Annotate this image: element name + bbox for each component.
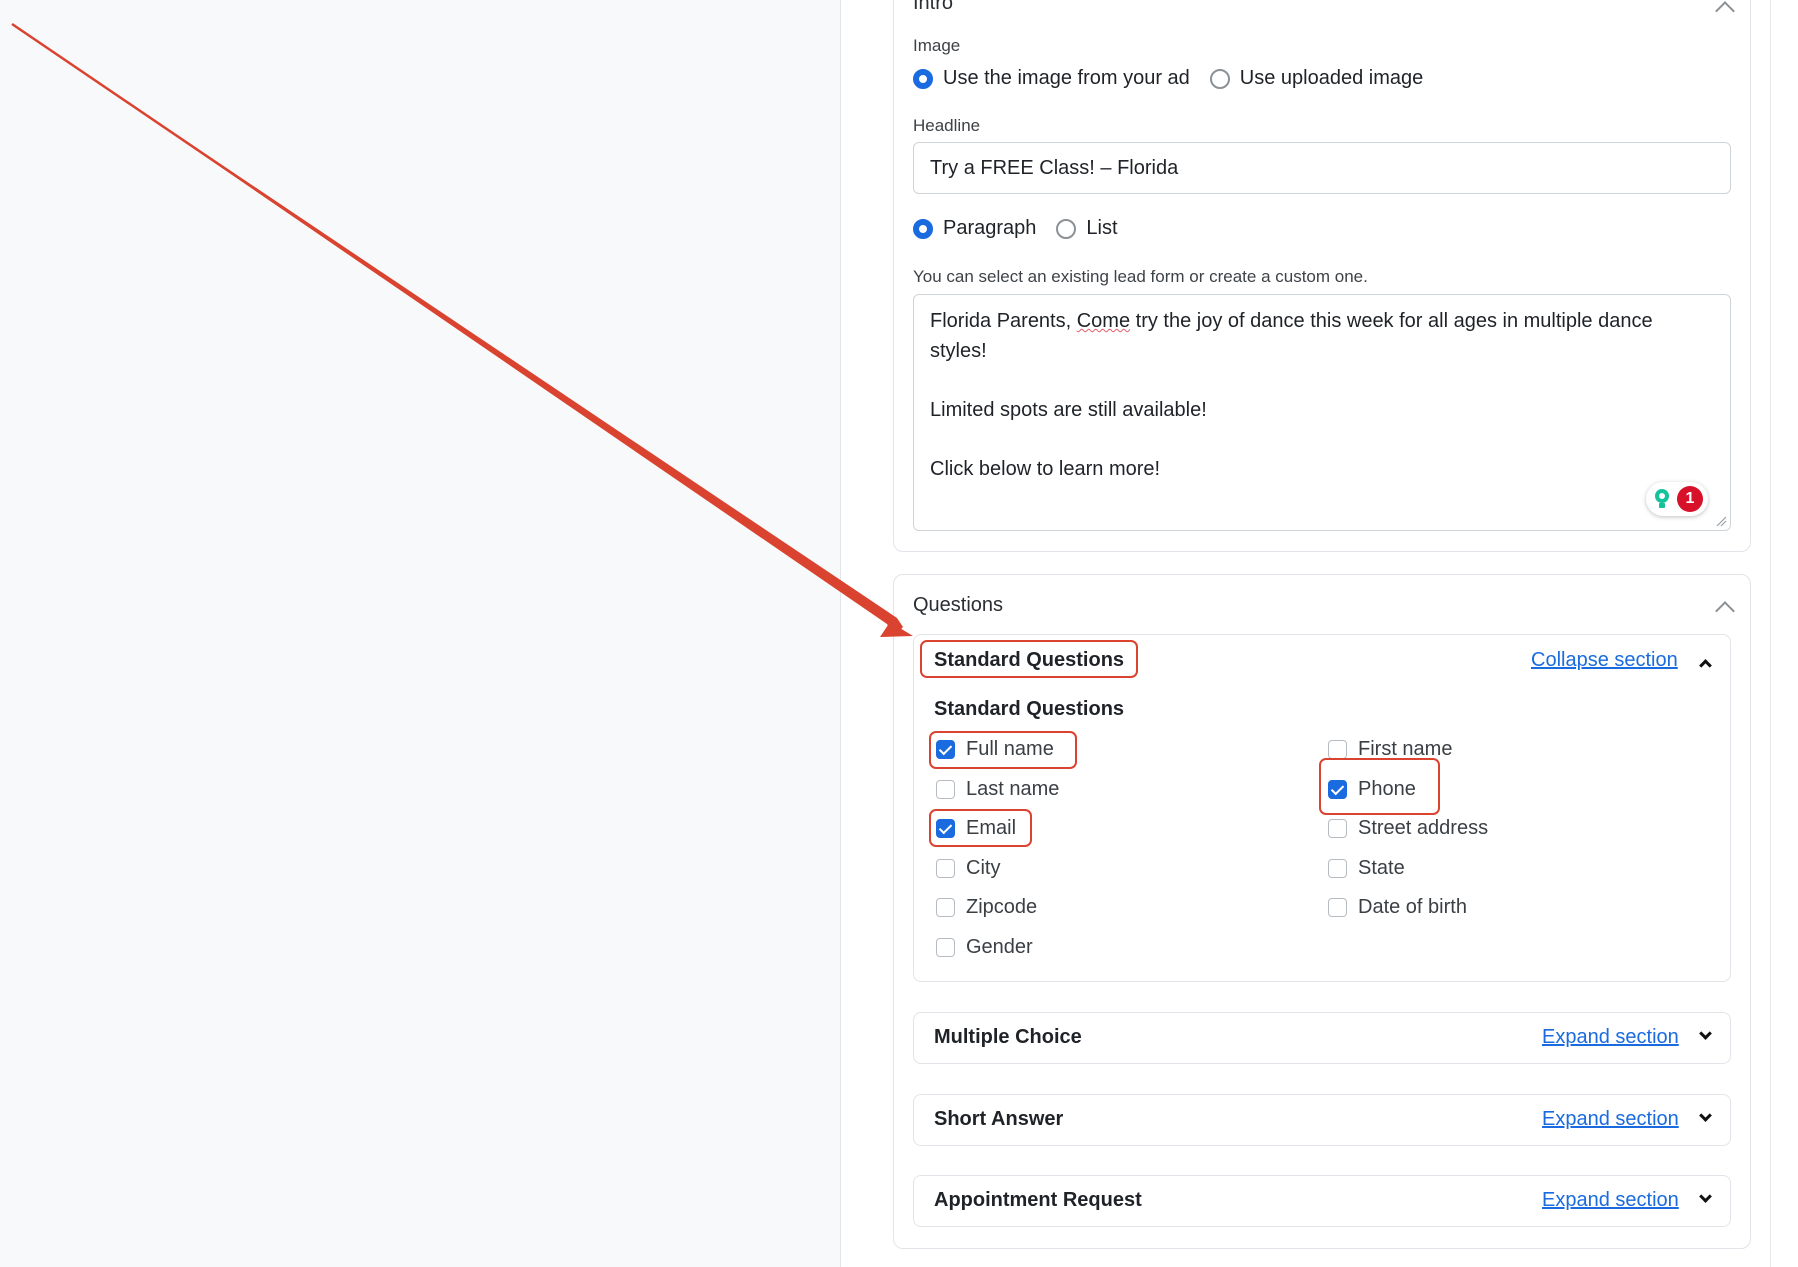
radio-list[interactable]	[1056, 218, 1077, 239]
checkbox-street-address[interactable]: Street address	[1328, 817, 1488, 840]
radio-paragraph[interactable]	[913, 218, 933, 239]
checkbox-state[interactable]: State	[1328, 857, 1405, 880]
radio-list-label[interactable]: List	[1086, 217, 1117, 240]
checkbox-zipcode-box[interactable]	[936, 898, 955, 917]
checkbox-state-box[interactable]	[1328, 859, 1347, 878]
questions-section-title: Questions	[913, 594, 1004, 616]
multiple-choice-panel[interactable]: Multiple Choice Expand section	[913, 1012, 1731, 1064]
checkbox-first-name-label[interactable]: First name	[1358, 738, 1452, 761]
checkbox-phone[interactable]: Phone	[1328, 778, 1416, 801]
checkbox-city-box[interactable]	[936, 859, 955, 878]
short-answer-expand-link[interactable]: Expand section	[1542, 1108, 1679, 1131]
description-label: You can select an existing lead form or …	[913, 267, 1368, 286]
multiple-choice-chevron-down-icon[interactable]	[1699, 1027, 1712, 1040]
grammar-issue-count: 1	[1677, 486, 1703, 512]
short-answer-panel[interactable]: Short Answer Expand section	[913, 1094, 1731, 1146]
checkbox-full-name-box[interactable]	[936, 740, 955, 759]
appointment-request-panel[interactable]: Appointment Request Expand section	[913, 1175, 1731, 1227]
checkbox-first-name[interactable]: First name	[1328, 738, 1452, 761]
checkbox-full-name-label[interactable]: Full name	[966, 738, 1054, 761]
checkbox-street-address-label[interactable]: Street address	[1358, 817, 1488, 840]
desc-line2: Limited spots are still available!	[930, 398, 1207, 421]
radio-use-ad-image-label[interactable]: Use the image from your ad	[943, 67, 1190, 90]
appointment-request-chevron-down-icon[interactable]	[1699, 1190, 1712, 1203]
scrollbar-track[interactable]	[1770, 0, 1771, 1267]
checkbox-phone-box[interactable]	[1328, 780, 1347, 799]
image-label: Image	[913, 36, 961, 55]
checkbox-street-address-box[interactable]	[1328, 819, 1347, 838]
left-preview-pane	[0, 0, 841, 1267]
checkbox-full-name[interactable]: Full name	[936, 738, 1054, 761]
multiple-choice-expand-link[interactable]: Expand section	[1542, 1026, 1679, 1049]
checkbox-date-of-birth-box[interactable]	[1328, 898, 1347, 917]
resize-handle-icon[interactable]	[1715, 515, 1727, 527]
checkbox-gender-label[interactable]: Gender	[966, 936, 1033, 959]
checkbox-state-label[interactable]: State	[1358, 857, 1405, 880]
checkbox-last-name[interactable]: Last name	[936, 778, 1059, 801]
standard-questions-panel: Standard Questions Collapse section Stan…	[913, 634, 1731, 982]
desc-spell-word: Come	[1076, 310, 1131, 332]
checkbox-email-label[interactable]: Email	[966, 817, 1016, 840]
desc-line3: Click below to learn more!	[930, 457, 1161, 480]
description-textarea[interactable]: Florida Parents, Come try the joy of dan…	[913, 294, 1731, 531]
appointment-request-title[interactable]: Appointment Request	[934, 1189, 1142, 1212]
checkbox-email[interactable]: Email	[936, 817, 1016, 840]
grammar-assistant-badge[interactable]: 1	[1646, 482, 1708, 516]
checkbox-phone-label[interactable]: Phone	[1358, 778, 1416, 801]
checkbox-last-name-box[interactable]	[936, 780, 955, 799]
checkbox-date-of-birth-label[interactable]: Date of birth	[1358, 896, 1467, 919]
appointment-request-expand-link[interactable]: Expand section	[1542, 1189, 1679, 1212]
headline-input[interactable]: Try a FREE Class! – Florida	[913, 142, 1731, 194]
radio-paragraph-label[interactable]: Paragraph	[943, 217, 1036, 240]
checkbox-first-name-box[interactable]	[1328, 740, 1347, 759]
desc-line1-pre: Florida Parents,	[930, 310, 1077, 332]
short-answer-chevron-down-icon[interactable]	[1699, 1109, 1712, 1122]
multiple-choice-title[interactable]: Multiple Choice	[934, 1026, 1082, 1049]
lightbulb-icon	[1655, 489, 1669, 508]
radio-use-uploaded-image[interactable]	[1209, 68, 1230, 89]
checkbox-zipcode[interactable]: Zipcode	[936, 896, 1037, 919]
collapse-section-link[interactable]: Collapse section	[1531, 649, 1678, 672]
intro-section-title: Intro	[913, 0, 954, 14]
image-radio-group: Use the image from your ad Use uploaded …	[913, 67, 1423, 90]
checkbox-last-name-label[interactable]: Last name	[966, 778, 1059, 801]
checkbox-gender-box[interactable]	[936, 938, 955, 957]
radio-use-ad-image[interactable]	[913, 68, 933, 89]
checkbox-city-label[interactable]: City	[966, 857, 1000, 880]
checkbox-zipcode-label[interactable]: Zipcode	[966, 896, 1037, 919]
short-answer-title[interactable]: Short Answer	[934, 1108, 1063, 1131]
checkbox-gender[interactable]: Gender	[936, 936, 1033, 959]
format-radio-group: Paragraph List	[913, 217, 1118, 240]
headline-label: Headline	[913, 116, 981, 135]
chevron-up-icon[interactable]	[1699, 659, 1712, 672]
checkbox-city[interactable]: City	[936, 857, 1000, 880]
checkbox-email-box[interactable]	[936, 819, 955, 838]
standard-questions-group-label: Standard Questions	[934, 698, 1125, 720]
radio-use-uploaded-image-label[interactable]: Use uploaded image	[1240, 67, 1423, 90]
checkbox-date-of-birth[interactable]: Date of birth	[1328, 896, 1467, 919]
standard-questions-title[interactable]: Standard Questions	[934, 649, 1124, 672]
